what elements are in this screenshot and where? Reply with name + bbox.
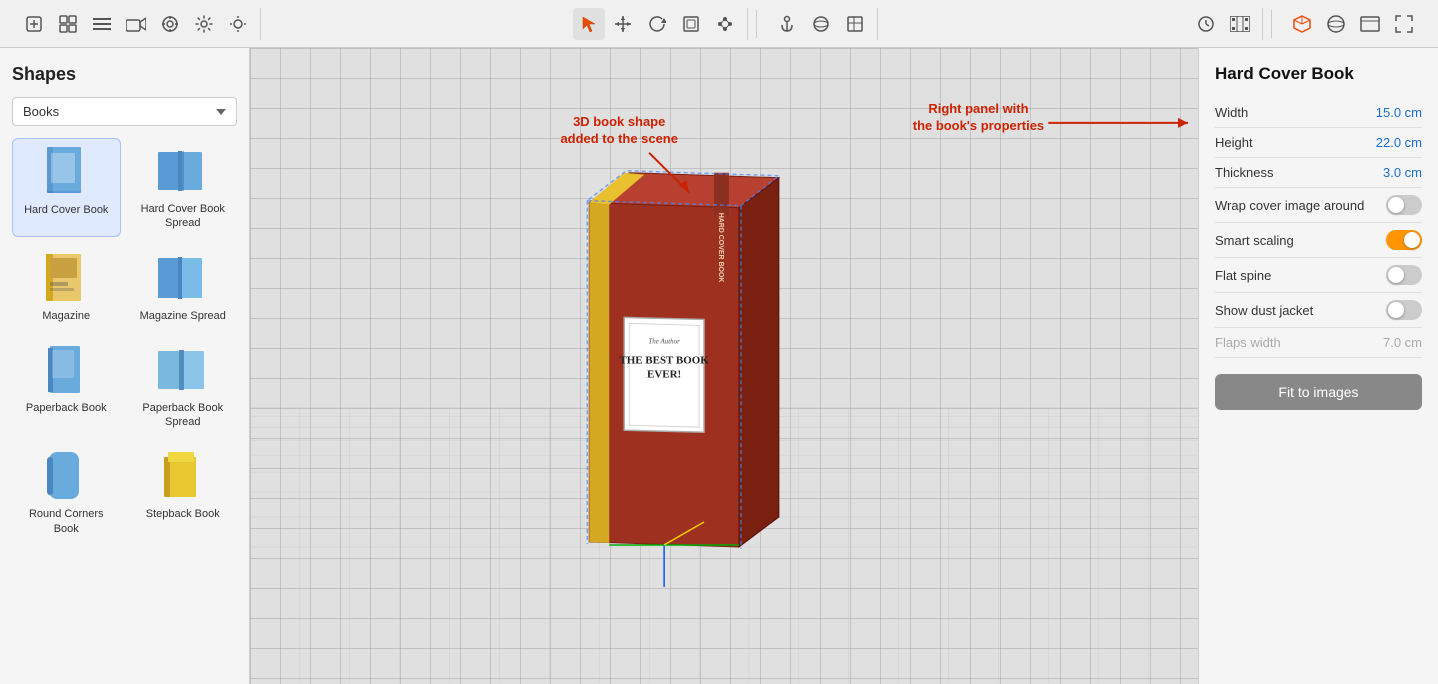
round-corners-icon [39,449,93,503]
toolbar [0,0,1438,48]
shape-item-round-corners[interactable]: Round Corners Book [12,443,121,542]
magazine-icon [39,251,93,305]
category-dropdown[interactable]: Books Magazines Other [12,97,237,126]
flat-spine-toggle[interactable] [1386,265,1422,285]
thickness-value: 3.0 cm [1383,165,1422,180]
anchor-tool-button[interactable] [771,8,803,40]
width-row: Width 15.0 cm [1215,98,1422,128]
fit-to-images-button[interactable]: Fit to images [1215,374,1422,410]
rotate-tool-button[interactable] [641,8,673,40]
flaps-width-label: Flaps width [1215,335,1281,350]
paperback-label: Paperback Book [26,401,107,415]
wrap-cover-row: Wrap cover image around [1215,188,1422,223]
divider2 [1271,10,1272,38]
shape-item-stepback[interactable]: Stepback Book [129,443,238,542]
dropdown-wrapper: Books Magazines Other [12,97,237,126]
magazine-spread-label: Magazine Spread [140,309,226,323]
round-corners-label: Round Corners Book [18,507,115,536]
canvas-area[interactable]: HARD COVER BOOK The Author THE BEST BOOK… [250,48,1198,684]
shape-item-magazine[interactable]: Magazine [12,245,121,329]
shape-item-paperback[interactable]: Paperback Book [12,337,121,436]
target-button[interactable] [154,8,186,40]
divider1 [756,10,757,38]
toolbar-center-group2 [765,8,878,40]
grid-button[interactable] [52,8,84,40]
settings-button[interactable] [188,8,220,40]
show-dust-jacket-toggle[interactable] [1386,300,1422,320]
width-label: Width [1215,105,1248,120]
clock-button[interactable] [1190,8,1222,40]
paperback-spread-label: Paperback Book Spread [135,401,232,430]
expand-button[interactable] [1388,8,1420,40]
height-label: Height [1215,135,1253,150]
wrap-cover-toggle[interactable] [1386,195,1422,215]
magazine-spread-icon [156,251,210,305]
thickness-row: Thickness 3.0 cm [1215,158,1422,188]
smart-scaling-row: Smart scaling [1215,223,1422,258]
main-layout: Shapes Books Magazines Other [0,48,1438,684]
height-value: 22.0 cm [1376,135,1422,150]
scale-tool-button[interactable] [675,8,707,40]
window-button[interactable] [1354,8,1386,40]
flaps-width-value: 7.0 cm [1383,335,1422,350]
flat-spine-row: Flat spine [1215,258,1422,293]
flat-spine-label: Flat spine [1215,268,1271,283]
orbit-tool-button[interactable] [805,8,837,40]
menu-button[interactable] [86,8,118,40]
show-dust-jacket-label: Show dust jacket [1215,303,1313,318]
shape-item-magazine-spread[interactable]: Magazine Spread [129,245,238,329]
stepback-label: Stepback Book [146,507,220,521]
thickness-label: Thickness [1215,165,1274,180]
magazine-label: Magazine [42,309,90,323]
paperback-icon [39,343,93,397]
height-row: Height 22.0 cm [1215,128,1422,158]
sidebar-title: Shapes [12,64,237,85]
sphere-button[interactable] [1320,8,1352,40]
panel-title: Hard Cover Book [1215,64,1422,84]
move-tool-button[interactable] [607,8,639,40]
sidebar: Shapes Books Magazines Other [0,48,250,684]
flaps-width-row: Flaps width 7.0 cm [1215,328,1422,358]
hardcover-book-icon [39,145,93,199]
camera-button[interactable] [120,8,152,40]
3d-cube-button[interactable] [1286,8,1318,40]
hardcover-spread-label: Hard Cover Book Spread [135,202,232,231]
smart-scaling-label: Smart scaling [1215,233,1294,248]
hardcover-spread-icon [156,144,210,198]
face-tool-button[interactable] [839,8,871,40]
shapes-grid: Hard Cover Book Hard Cover Book Spread [12,138,237,542]
wrap-cover-label: Wrap cover image around [1215,198,1364,213]
toolbar-right-group [1184,8,1263,40]
show-dust-jacket-row: Show dust jacket [1215,293,1422,328]
shape-item-hardcover-spread[interactable]: Hard Cover Book Spread [129,138,238,237]
paperback-spread-icon [156,343,210,397]
toolbar-left-group [12,8,261,40]
film-button[interactable] [1224,8,1256,40]
shape-item-paperback-spread[interactable]: Paperback Book Spread [129,337,238,436]
right-panel: Hard Cover Book Width 15.0 cm Height 22.… [1198,48,1438,684]
shape-item-hardcover-book[interactable]: Hard Cover Book [12,138,121,237]
grid-background [250,48,1198,684]
toolbar-right-group2 [1280,8,1426,40]
add-button[interactable] [18,8,50,40]
select-tool-button[interactable] [573,8,605,40]
vertices-tool-button[interactable] [709,8,741,40]
hardcover-book-label: Hard Cover Book [24,203,108,217]
stepback-icon [156,449,210,503]
toolbar-center-group [567,8,748,40]
smart-scaling-toggle[interactable] [1386,230,1422,250]
sun-button[interactable] [222,8,254,40]
width-value: 15.0 cm [1376,105,1422,120]
